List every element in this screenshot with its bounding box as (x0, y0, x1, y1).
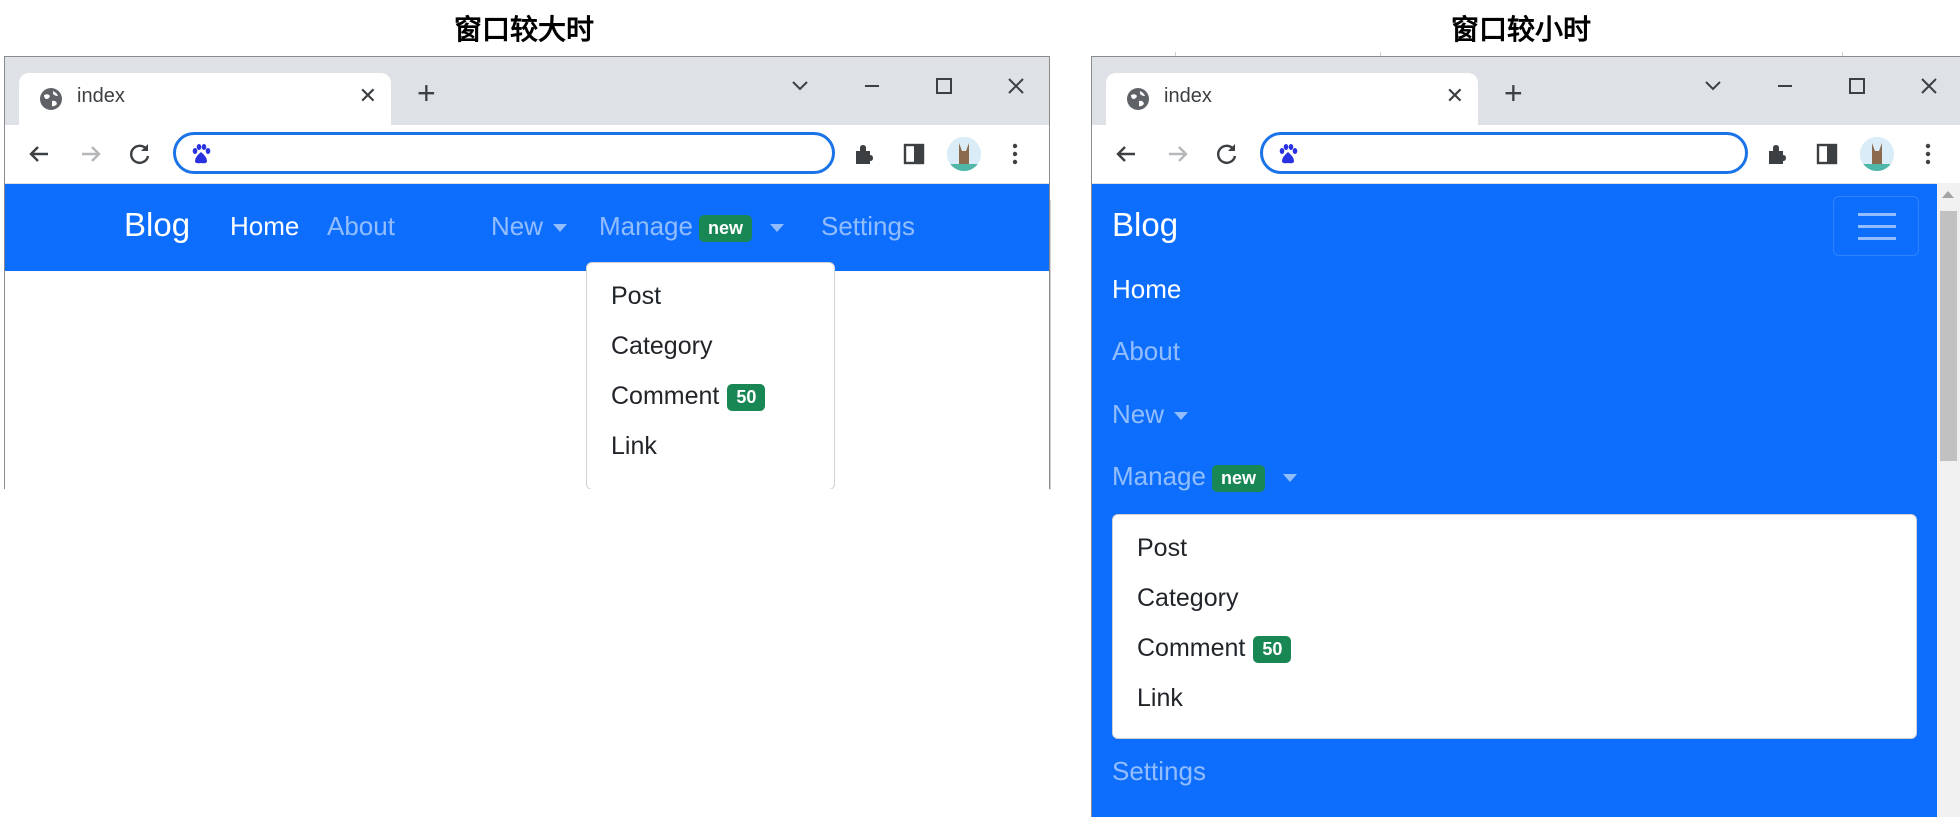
dropdown-item-link[interactable]: Link (1137, 684, 1183, 713)
nav-link-about[interactable]: About (1112, 336, 1180, 367)
nav-link-home[interactable]: Home (230, 211, 299, 242)
globe-icon (1127, 88, 1149, 110)
title-bar: index ✕ + (1092, 57, 1960, 125)
page-scrollbar[interactable] (1937, 183, 1960, 817)
hamburger-icon (1858, 213, 1896, 216)
browser-toolbar (5, 125, 1049, 184)
hamburger-icon-line (1858, 225, 1896, 228)
tab-title: index (77, 85, 125, 107)
address-bar[interactable] (173, 132, 835, 174)
browser-window-large: index ✕ + Blog Home About New Manage new… (4, 56, 1050, 489)
title-bar: index ✕ + (5, 57, 1049, 125)
dropdown-item-category[interactable]: Category (1137, 584, 1238, 613)
caret-down-icon (553, 224, 568, 233)
comment-label: Comment (611, 382, 720, 410)
nav-dropdown-manage[interactable]: Manage new (599, 211, 784, 242)
avatar-image (947, 137, 981, 171)
new-tab-button[interactable]: + (1504, 77, 1523, 109)
profile-avatar[interactable] (1860, 137, 1894, 171)
nav-link-home[interactable]: Home (1112, 274, 1181, 305)
minimize-icon[interactable] (1770, 71, 1800, 101)
dropdown-item-post[interactable]: Post (1137, 534, 1187, 563)
comment-label: Comment (1137, 634, 1246, 662)
caret-down-icon (769, 224, 784, 233)
nav-link-about[interactable]: About (327, 211, 395, 242)
nav-manage-label: Manage (1112, 461, 1206, 491)
caret-down-icon (1174, 412, 1189, 421)
nav-link-settings[interactable]: Settings (1112, 756, 1206, 787)
close-window-icon[interactable] (1001, 71, 1031, 101)
scrollbar-thumb[interactable] (1940, 211, 1957, 461)
close-window-icon[interactable] (1914, 71, 1944, 101)
caption-large-window: 窗口较大时 (454, 13, 595, 46)
new-badge: new (698, 214, 752, 242)
reload-icon[interactable] (1214, 141, 1240, 167)
comment-count-badge: 50 (727, 383, 766, 411)
more-menu-icon[interactable] (1002, 141, 1028, 167)
dropdown-item-link[interactable]: Link (611, 432, 657, 461)
back-arrow-icon[interactable] (1114, 141, 1140, 167)
nav-link-settings[interactable]: Settings (821, 211, 915, 242)
tab-title: index (1164, 85, 1212, 107)
navbar-toggler-button[interactable] (1833, 196, 1919, 256)
side-panel-icon[interactable] (901, 141, 927, 167)
nav-manage-label: Manage (599, 211, 693, 241)
tab-search-chevron-icon[interactable] (785, 71, 815, 101)
dropdown-item-comment[interactable]: Comment 50 (1137, 634, 1292, 663)
caption-small-window: 窗口较小时 (1451, 13, 1592, 46)
browser-toolbar (1092, 125, 1960, 184)
scroll-up-arrow-icon[interactable] (1942, 191, 1954, 198)
nav-new-label: New (1112, 399, 1165, 429)
new-tab-button[interactable]: + (417, 77, 436, 109)
baidu-logo-icon (192, 144, 211, 164)
caret-down-icon (1282, 474, 1297, 483)
close-tab-icon[interactable]: ✕ (1446, 83, 1464, 109)
comment-count-badge: 50 (1253, 635, 1292, 663)
manage-dropdown-menu: Post Category Comment 50 Link (586, 262, 835, 489)
nav-dropdown-new[interactable]: New (491, 211, 568, 242)
manage-dropdown-menu: Post Category Comment 50 Link (1112, 514, 1917, 739)
navbar-brand[interactable]: Blog (124, 206, 190, 244)
globe-icon (40, 88, 62, 110)
dropdown-item-comment[interactable]: Comment 50 (611, 382, 766, 411)
baidu-logo-icon (1279, 144, 1298, 164)
browser-window-small: index ✕ + Blog Home About New Manage new… (1091, 56, 1960, 817)
minimize-icon[interactable] (857, 71, 887, 101)
extensions-puzzle-icon[interactable] (851, 141, 877, 167)
dropdown-item-post[interactable]: Post (611, 282, 661, 311)
forward-arrow-icon[interactable] (77, 141, 103, 167)
browser-tab[interactable]: index ✕ (19, 73, 391, 125)
address-bar[interactable] (1260, 132, 1748, 174)
avatar-image (1860, 137, 1894, 171)
nav-new-label: New (491, 211, 544, 241)
background-divider (1050, 200, 1051, 490)
reload-icon[interactable] (127, 141, 153, 167)
profile-avatar[interactable] (947, 137, 981, 171)
nav-dropdown-manage[interactable]: Manage new (1112, 461, 1297, 492)
navbar-brand[interactable]: Blog (1112, 206, 1178, 244)
maximize-icon[interactable] (929, 71, 959, 101)
navbar-expanded: Blog Home About New Manage new Post Categ… (1092, 184, 1937, 817)
browser-tab[interactable]: index ✕ (1106, 73, 1478, 125)
back-arrow-icon[interactable] (27, 141, 53, 167)
navbar: Blog Home About New Manage new Settings (5, 184, 1049, 271)
tab-search-chevron-icon[interactable] (1698, 71, 1728, 101)
nav-dropdown-new[interactable]: New (1112, 399, 1189, 430)
extensions-puzzle-icon[interactable] (1764, 141, 1790, 167)
more-menu-icon[interactable] (1915, 141, 1941, 167)
maximize-icon[interactable] (1842, 71, 1872, 101)
new-badge: new (1211, 464, 1265, 492)
hamburger-icon-line (1858, 237, 1896, 240)
forward-arrow-icon[interactable] (1164, 141, 1190, 167)
side-panel-icon[interactable] (1814, 141, 1840, 167)
close-tab-icon[interactable]: ✕ (359, 83, 377, 109)
dropdown-item-category[interactable]: Category (611, 332, 712, 361)
